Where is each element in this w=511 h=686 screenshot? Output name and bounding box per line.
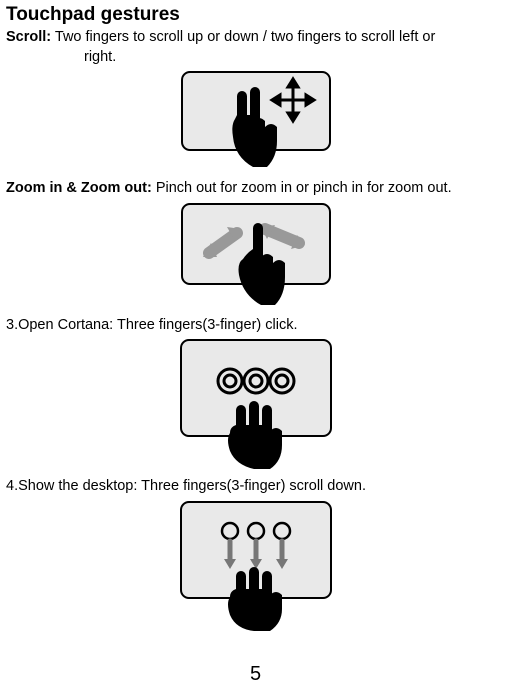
gesture-scroll-figure	[6, 71, 505, 171]
gesture-cortana-figure	[6, 339, 505, 469]
gesture-scroll-desc: Two fingers to scroll up or down / two f…	[55, 29, 435, 45]
gesture-desktop-desc: 4.Show the desktop: Three fingers(3-fing…	[6, 478, 366, 494]
gesture-cortana-desc: 3.Open Cortana: Three fingers(3-finger) …	[6, 317, 297, 333]
gesture-desktop-text: 4.Show the desktop: Three fingers(3-fing…	[6, 477, 505, 497]
gesture-zoom-label: Zoom in & Zoom out:	[6, 180, 152, 196]
gesture-scroll-label: Scroll:	[6, 29, 51, 45]
gesture-scroll-desc-cont: right.	[6, 48, 505, 68]
three-finger-swipe-down-icon	[180, 501, 332, 631]
page-number: 5	[0, 663, 511, 686]
gesture-cortana-text: 3.Open Cortana: Three fingers(3-finger) …	[6, 316, 505, 336]
page-title: Touchpad gestures	[6, 4, 505, 26]
gesture-zoom-figure	[6, 203, 505, 308]
pinch-zoom-icon	[181, 203, 331, 308]
gesture-desktop-figure	[6, 501, 505, 631]
three-finger-click-icon	[180, 339, 332, 469]
gesture-zoom-desc: Pinch out for zoom in or pinch in for zo…	[156, 180, 452, 196]
gesture-scroll-text: Scroll: Two fingers to scroll up or down…	[6, 28, 505, 67]
two-finger-scroll-icon	[181, 71, 331, 171]
gesture-zoom-text: Zoom in & Zoom out: Pinch out for zoom i…	[6, 179, 505, 199]
